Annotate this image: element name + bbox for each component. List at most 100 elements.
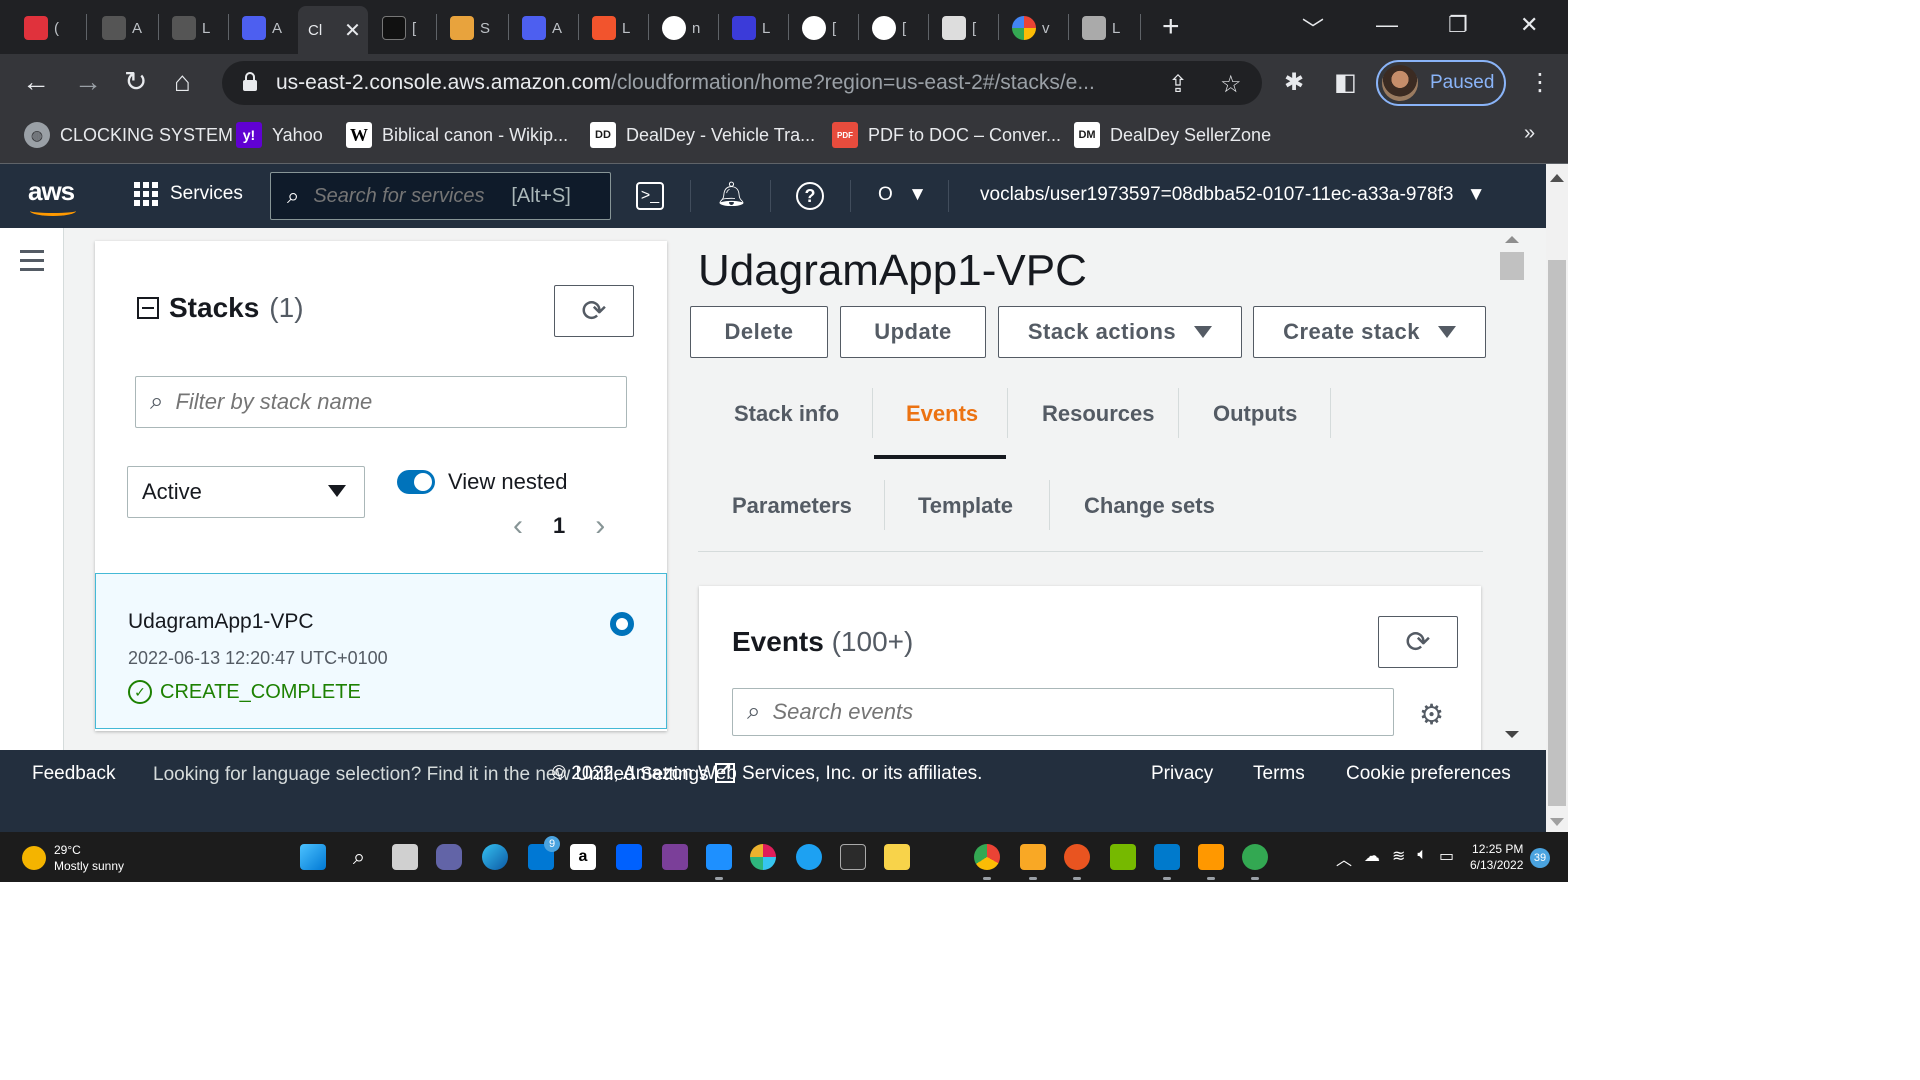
clock[interactable]: 12:25 PM 6/13/2022 <box>1470 841 1523 873</box>
app-icon[interactable] <box>706 844 732 880</box>
forward-icon[interactable]: → <box>74 66 102 98</box>
gear-icon[interactable]: ⚙ <box>1419 698 1444 731</box>
cookie-preferences-link[interactable]: Cookie preferences <box>1346 763 1511 785</box>
bookmark-wikipedia[interactable]: W Biblical canon - Wikip... <box>346 122 568 148</box>
edge-icon[interactable] <box>482 844 508 870</box>
browser-tab-3[interactable]: L <box>162 8 210 48</box>
nvidia-icon[interactable] <box>1110 844 1136 870</box>
browser-tab-8[interactable]: A <box>512 8 562 48</box>
bookmark-dealdey-sellerzone[interactable]: DM DealDey SellerZone <box>1074 122 1271 148</box>
browser-tab-16[interactable]: L <box>1072 8 1120 48</box>
weather-widget[interactable]: 29°C Mostly sunny <box>22 842 124 874</box>
scroll-thumb[interactable] <box>1548 260 1566 806</box>
terminal-icon[interactable] <box>840 844 866 870</box>
current-page[interactable]: 1 <box>553 513 565 539</box>
browser-tab-6[interactable]: [ <box>372 8 416 48</box>
bookmark-pdf-to-doc[interactable]: PDF PDF to DOC – Conver... <box>832 122 1061 148</box>
app-icon[interactable] <box>662 844 688 870</box>
region-selector[interactable]: O ▼ <box>878 184 927 206</box>
ubuntu-icon[interactable] <box>1064 844 1090 880</box>
browser-tab-14[interactable]: [ <box>932 8 976 48</box>
tab-template[interactable]: Template <box>918 493 1013 519</box>
bookmark-clocking-system[interactable]: ◍ CLOCKING SYSTEM <box>24 122 233 148</box>
start-button[interactable] <box>300 844 326 870</box>
browser-tab-13[interactable]: [ <box>862 8 906 48</box>
search-events-input[interactable] <box>772 699 1301 725</box>
refresh-stacks-button[interactable]: ⟳ <box>554 285 634 337</box>
back-icon[interactable]: ← <box>22 66 50 98</box>
bookmarks-overflow-button[interactable]: » <box>1524 122 1535 145</box>
stack-actions-button[interactable]: Stack actions <box>998 306 1242 358</box>
privacy-link[interactable]: Privacy <box>1151 763 1213 785</box>
stack-status-select[interactable]: Active <box>127 466 365 518</box>
sublime-icon[interactable] <box>1198 844 1224 880</box>
scroll-down-icon[interactable] <box>1505 731 1519 738</box>
previous-page-icon[interactable]: ‹ <box>513 509 523 543</box>
chrome-icon[interactable] <box>974 844 1000 880</box>
side-panel-icon[interactable]: ◧ <box>1334 68 1357 97</box>
services-menu-button[interactable]: Services <box>134 182 243 206</box>
app-icon[interactable] <box>796 844 822 870</box>
stack-select-radio[interactable] <box>610 612 634 636</box>
new-tab-button[interactable]: + <box>1162 12 1180 42</box>
view-nested-toggle[interactable] <box>397 470 435 494</box>
scroll-thumb[interactable] <box>1500 252 1524 280</box>
create-stack-button[interactable]: Create stack <box>1253 306 1486 358</box>
scroll-up-icon[interactable] <box>1550 174 1564 182</box>
vscode-icon[interactable] <box>1154 844 1180 880</box>
next-page-icon[interactable]: › <box>595 509 605 543</box>
tab-parameters[interactable]: Parameters <box>732 493 852 519</box>
close-window-button[interactable]: ✕ <box>1520 12 1538 38</box>
tab-change-sets[interactable]: Change sets <box>1084 493 1215 519</box>
filter-stack-name-input[interactable] <box>175 389 568 415</box>
browser-tab-4[interactable]: A <box>232 8 282 48</box>
search-icon[interactable]: ⌕ <box>346 844 372 870</box>
help-icon[interactable]: ? <box>796 182 824 210</box>
browser-tab-active[interactable]: Cl ✕ <box>298 6 368 54</box>
browser-tab-11[interactable]: L <box>722 8 770 48</box>
extensions-icon[interactable]: ✱ <box>1284 68 1304 97</box>
tab-events[interactable]: Events <box>906 401 978 427</box>
bookmark-star-icon[interactable]: ☆ <box>1220 70 1242 99</box>
mail-icon[interactable]: 9 <box>528 836 560 870</box>
account-menu[interactable]: voclabs/user1973597=08dbba52-0107-11ec-a… <box>980 184 1486 206</box>
tab-outputs[interactable]: Outputs <box>1213 401 1297 427</box>
restore-button[interactable]: ❐ <box>1448 12 1468 38</box>
aws-logo[interactable]: aws <box>28 176 76 216</box>
browser-tab-9[interactable]: L <box>582 8 630 48</box>
profile-button[interactable]: Paused <box>1376 60 1506 106</box>
aws-search-input[interactable] <box>313 184 504 208</box>
address-bar[interactable]: us-east-2.console.aws.amazon.com/cloudfo… <box>222 61 1262 105</box>
dropbox-icon[interactable] <box>616 844 642 870</box>
bookmark-dealdey-vehicle[interactable]: DD DealDey - Vehicle Tra... <box>590 122 815 148</box>
terms-link[interactable]: Terms <box>1253 763 1305 785</box>
stack-list-item[interactable]: UdagramApp1-VPC 2022-06-13 12:20:47 UTC+… <box>95 573 667 729</box>
browser-tab-10[interactable]: n <box>652 8 700 48</box>
reload-icon[interactable]: ↻ <box>124 66 147 98</box>
notifications-bell-icon[interactable]: 🔔︎ <box>716 180 746 209</box>
app-icon[interactable] <box>1020 844 1046 880</box>
collapse-icon[interactable] <box>137 297 159 319</box>
tab-resources[interactable]: Resources <box>1042 401 1155 427</box>
content-scrollbar[interactable] <box>1500 234 1524 744</box>
browser-tab-7[interactable]: S <box>440 8 490 48</box>
scroll-down-icon[interactable] <box>1550 818 1564 826</box>
browser-tab-12[interactable]: [ <box>792 8 836 48</box>
page-scrollbar[interactable] <box>1546 164 1568 832</box>
app-icon[interactable] <box>1242 844 1268 880</box>
close-tab-icon[interactable]: ✕ <box>344 18 361 43</box>
cloudshell-icon[interactable]: >_ <box>636 182 664 210</box>
feedback-link[interactable]: Feedback <box>32 763 115 785</box>
minimize-button[interactable]: — <box>1376 12 1398 38</box>
browser-tab-2[interactable]: A <box>92 8 142 48</box>
hamburger-menu-icon[interactable] <box>20 250 44 277</box>
share-icon[interactable]: ⇪ <box>1168 70 1188 99</box>
browser-tab-15[interactable]: v <box>1002 8 1050 48</box>
stack-name[interactable]: UdagramApp1-VPC <box>128 610 314 634</box>
file-explorer-icon[interactable] <box>884 844 910 870</box>
teams-chat-icon[interactable] <box>436 844 462 870</box>
bookmark-yahoo[interactable]: y! Yahoo <box>236 122 323 148</box>
update-button[interactable]: Update <box>840 306 986 358</box>
delete-button[interactable]: Delete <box>690 306 828 358</box>
scroll-up-icon[interactable] <box>1505 236 1519 243</box>
